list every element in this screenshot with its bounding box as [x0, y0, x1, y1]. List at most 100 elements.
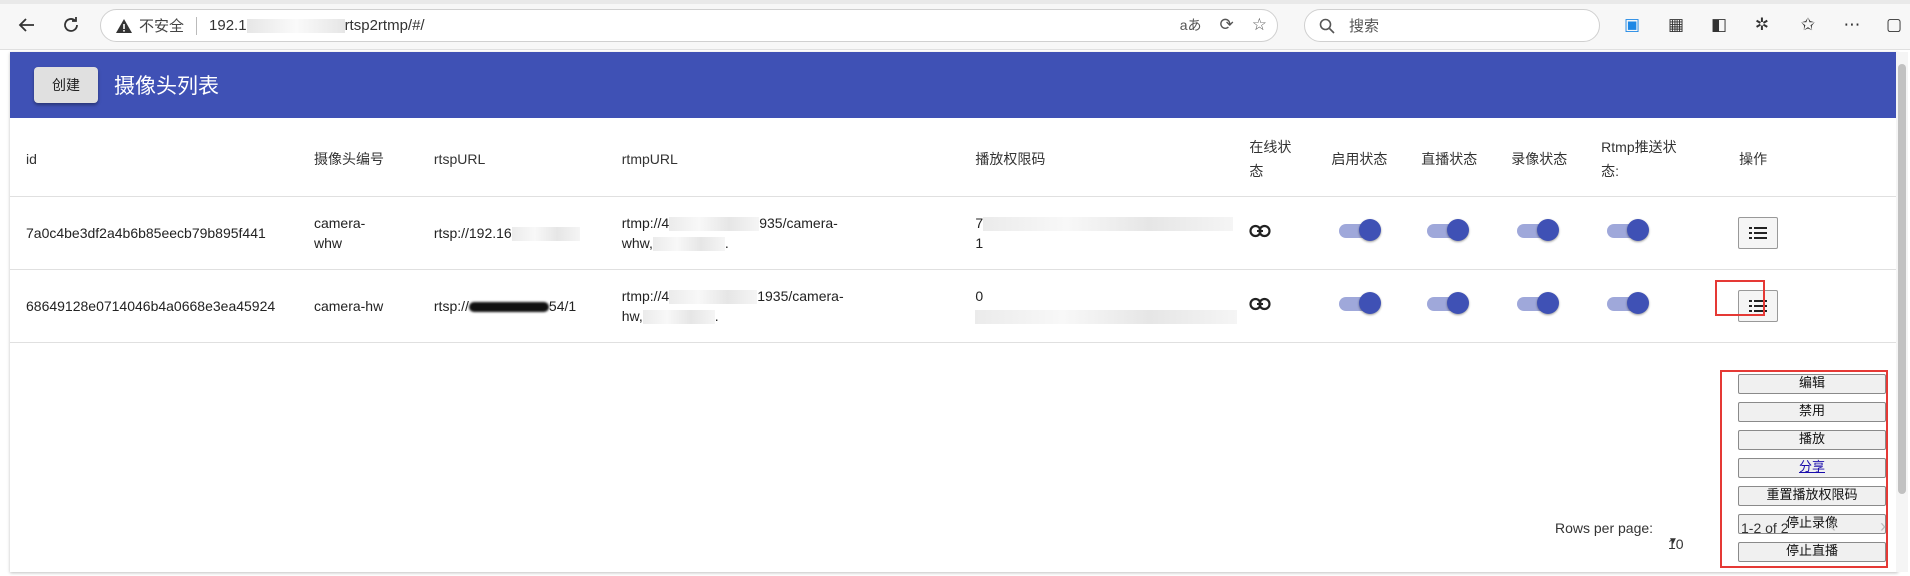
cell-enabled	[1325, 196, 1416, 270]
cell-rtsp-text: rtsp://192.16	[433, 224, 512, 241]
reset-auth-code-menu-item[interactable]: 重置播放权限码	[1738, 486, 1886, 506]
enabled-toggle[interactable]	[1339, 218, 1382, 241]
toggle-knob	[1537, 218, 1560, 241]
column-header-live: 直播状态	[1415, 122, 1506, 197]
cell-rtsp-text: rtsp://	[433, 297, 469, 314]
column-header-rtmp-push-text: Rtmp推送状态:	[1601, 138, 1677, 179]
cell-live	[1415, 196, 1506, 270]
cell-rtmp: rtmp://4 1935/camera- hw,.	[601, 269, 960, 343]
table-row: 68649128e0714046b4a0668e3ea45924 camera-…	[10, 269, 1898, 343]
cell-online	[1243, 269, 1326, 343]
scrollbar-thumb[interactable]	[1898, 64, 1906, 494]
redacted	[652, 236, 725, 251]
highlight-box	[1715, 280, 1765, 316]
back-icon[interactable]	[14, 12, 40, 38]
sidebar-toggle-icon[interactable]: ▢	[1882, 13, 1906, 37]
page-scrollbar[interactable]	[1896, 52, 1908, 572]
rtmp-line-1: rtmp://4 935/camera-	[622, 213, 954, 233]
search-placeholder: 搜索	[1349, 18, 1380, 35]
cell-rtsp: rtsp:// 54/1	[413, 269, 602, 343]
cell-rtsp: rtsp://192.16	[413, 196, 602, 270]
rtmp-push-toggle[interactable]	[1607, 291, 1650, 314]
column-header-enabled: 启用状态	[1325, 122, 1416, 197]
page-title: 摄像头列表	[114, 74, 219, 98]
cell-enabled	[1325, 269, 1416, 343]
record-toggle[interactable]	[1517, 291, 1560, 314]
rtmp-line-2: hw,.	[622, 306, 954, 326]
extension-translate-icon[interactable]: ▣	[1620, 13, 1644, 37]
url-prefix: 192.1	[209, 17, 247, 34]
cell-rtmp-push	[1595, 269, 1722, 343]
split-screen-icon[interactable]: ◧	[1707, 13, 1731, 37]
column-header-rtsp: rtspURL	[413, 122, 602, 197]
live-toggle[interactable]	[1427, 218, 1470, 241]
column-header-online-text: 在线状态	[1249, 138, 1292, 179]
rtmp-text: 935/camera-	[759, 214, 838, 231]
favorites-icon[interactable]: ✩	[1796, 13, 1820, 37]
redacted	[468, 301, 549, 312]
rtmp-text: whw,	[621, 234, 653, 251]
disable-menu-item[interactable]: 禁用	[1738, 402, 1886, 422]
toggle-knob	[1359, 291, 1382, 314]
url-suffix: rtsp2rtmp/#/	[344, 17, 425, 34]
address-bar[interactable]: 不安全 192.1 rtsp2rtmp/#/ aあ ⟳ ☆	[100, 9, 1278, 42]
pagination-range: 1-2 of 2	[1741, 520, 1789, 536]
cell-live	[1415, 269, 1506, 343]
search-box[interactable]: 搜索	[1304, 9, 1600, 42]
cell-code: camera-whw	[307, 196, 414, 270]
redacted	[511, 226, 580, 241]
more-menu-icon[interactable]: ⋯	[1840, 13, 1864, 37]
cell-rtsp-text: 54/1	[548, 297, 577, 314]
cell-code: camera-hw	[307, 269, 414, 343]
auth-text: 1	[975, 234, 984, 251]
column-header-rtmp: rtmpURL	[601, 122, 960, 197]
browser-toolbar: 不安全 192.1 rtsp2rtmp/#/ aあ ⟳ ☆ 搜索 ▣ ▦ ◧ ✲ …	[0, 0, 1910, 50]
rtmp-line-2: whw,.	[622, 233, 954, 253]
prev-page-icon[interactable]: ‹	[1830, 516, 1836, 537]
qr-code-icon[interactable]: ▦	[1664, 13, 1688, 37]
cell-auth-code: 71	[959, 196, 1244, 270]
next-page-icon[interactable]: ›	[1880, 516, 1886, 537]
tab-strip	[0, 0, 1910, 4]
url-text: 192.1 rtsp2rtmp/#/	[209, 17, 425, 34]
cell-record	[1505, 196, 1596, 270]
play-menu-item[interactable]: 播放	[1738, 430, 1886, 450]
toggle-knob	[1627, 218, 1650, 241]
cell-record	[1505, 269, 1596, 343]
refresh-icon[interactable]	[58, 12, 84, 38]
favorite-star-icon[interactable]: ☆	[1252, 15, 1267, 35]
url-redacted	[246, 19, 345, 34]
toggle-knob	[1627, 291, 1650, 314]
toggle-knob	[1537, 291, 1560, 314]
table-row: 7a0c4be3df2a4b6b85eecb79b895f441 camera-…	[10, 196, 1898, 270]
cell-actions	[1721, 196, 1898, 270]
translate-icon[interactable]: ⟳	[1220, 15, 1234, 35]
edit-menu-item[interactable]: 编辑	[1738, 374, 1886, 394]
dropdown-caret-icon: ▼	[1668, 536, 1678, 547]
cell-auth-code: 0	[959, 269, 1244, 343]
app-header: 创建 摄像头列表	[10, 52, 1898, 118]
live-toggle[interactable]	[1427, 291, 1470, 314]
address-separator	[196, 16, 198, 35]
share-menu-item[interactable]: 分享	[1738, 458, 1886, 478]
address-actions: aあ ⟳ ☆	[1180, 15, 1267, 35]
create-button[interactable]: 创建	[34, 67, 98, 103]
redacted	[975, 309, 1238, 324]
column-header-code: 摄像头编号	[307, 122, 414, 197]
record-toggle[interactable]	[1517, 218, 1560, 241]
column-header-actions: 操作	[1721, 122, 1898, 197]
row-actions-button[interactable]	[1738, 216, 1779, 249]
redacted	[669, 289, 758, 304]
enabled-toggle[interactable]	[1339, 291, 1382, 314]
camera-list-card: 创建 摄像头列表 id 摄像头编号 rtspURL rtmpURL 播放权限码 …	[10, 52, 1898, 572]
rtmp-push-toggle[interactable]	[1607, 218, 1650, 241]
link-icon	[1249, 224, 1271, 237]
cell-code-text: camera-whw	[313, 214, 366, 251]
insecure-label: 不安全	[139, 18, 185, 35]
table-header-row: id 摄像头编号 rtspURL rtmpURL 播放权限码 在线状态 启用状态…	[10, 122, 1898, 197]
auth-text: 7	[975, 214, 984, 231]
read-aloud-icon[interactable]: aあ	[1180, 15, 1202, 35]
column-header-auth-code: 播放权限码	[959, 122, 1244, 197]
column-header-record: 录像状态	[1505, 122, 1596, 197]
extensions-icon[interactable]: ✲	[1750, 13, 1774, 37]
